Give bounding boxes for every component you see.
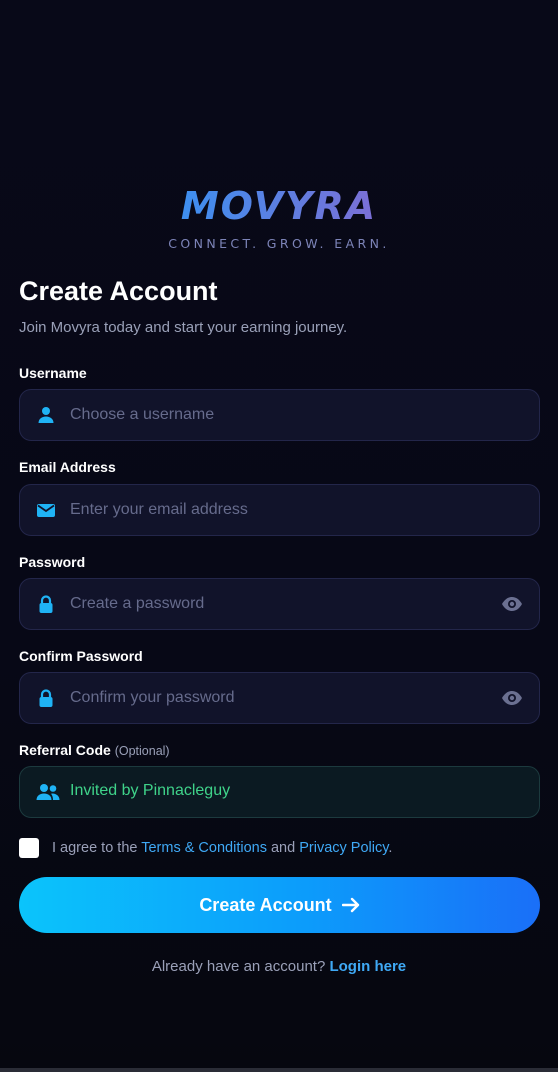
signup-page: MOVYRA CONNECT. GROW. EARN. Create Accou… xyxy=(0,0,558,1072)
eye-icon[interactable] xyxy=(501,594,523,614)
users-icon xyxy=(36,784,60,800)
user-icon xyxy=(38,407,54,423)
arrow-right-icon xyxy=(341,897,359,913)
terms-link[interactable]: Terms & Conditions xyxy=(141,840,267,856)
eye-icon[interactable] xyxy=(501,688,523,708)
login-link[interactable]: Login here xyxy=(329,958,406,975)
agreement-suffix: . xyxy=(388,840,393,856)
envelope-icon xyxy=(37,504,55,517)
login-prompt-text: Already have an account? xyxy=(151,958,326,975)
username-label: Username xyxy=(19,365,87,381)
username-input[interactable] xyxy=(70,390,490,440)
password-input[interactable] xyxy=(70,579,490,629)
username-field[interactable] xyxy=(19,389,540,441)
login-prompt: Already have an account? Login here xyxy=(0,958,558,975)
email-input[interactable] xyxy=(70,485,490,535)
lock-icon xyxy=(39,595,53,613)
create-account-button[interactable]: Create Account xyxy=(19,877,540,933)
agreement-text: I agree to the Terms & Conditions and Pr… xyxy=(52,840,392,856)
terms-checkbox[interactable] xyxy=(19,838,39,858)
confirm-password-label: Confirm Password xyxy=(19,648,143,664)
lock-icon xyxy=(39,689,53,707)
page-title: Create Account xyxy=(19,276,218,306)
terms-agreement: I agree to the Terms & Conditions and Pr… xyxy=(19,837,392,859)
brand-logo: MOVYRA xyxy=(180,184,378,228)
bottom-edge xyxy=(0,1068,558,1072)
confirm-password-input[interactable] xyxy=(70,673,490,723)
referral-optional-tag: (Optional) xyxy=(114,744,170,758)
brand-tagline: CONNECT. GROW. EARN. xyxy=(168,236,390,251)
brand-block: MOVYRA CONNECT. GROW. EARN. xyxy=(0,184,558,251)
referral-value: Invited by Pinnacleguy xyxy=(70,782,231,799)
referral-label: Referral Code (Optional) xyxy=(19,742,170,758)
email-label: Email Address xyxy=(19,459,116,475)
page-subtitle: Join Movyra today and start your earning… xyxy=(19,319,348,336)
password-field[interactable] xyxy=(19,578,540,630)
agreement-middle: and xyxy=(270,840,296,856)
privacy-link[interactable]: Privacy Policy xyxy=(299,840,388,856)
referral-field[interactable]: Invited by Pinnacleguy xyxy=(19,766,540,818)
create-account-button-label: Create Account xyxy=(199,894,332,915)
confirm-password-field[interactable] xyxy=(19,672,540,724)
email-field[interactable] xyxy=(19,484,540,536)
agreement-prefix: I agree to the xyxy=(52,840,138,856)
password-label: Password xyxy=(19,554,86,570)
referral-label-text: Referral Code xyxy=(19,742,111,758)
